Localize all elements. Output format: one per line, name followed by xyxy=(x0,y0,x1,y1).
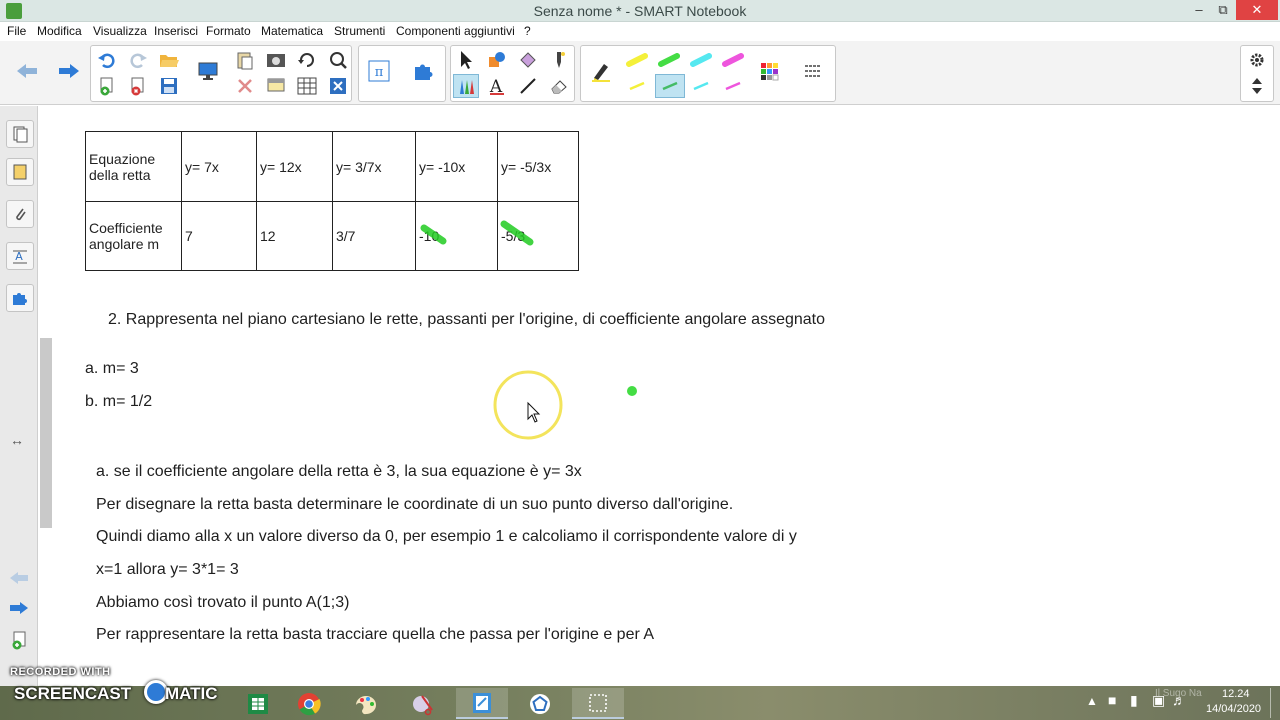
highlight-stroke-minus5-3 xyxy=(500,220,534,246)
watermark-brand-left: SCREENCAST xyxy=(14,684,132,703)
faded-label: Il Sugo Na xyxy=(1155,688,1202,699)
solution-line: Abbiamo così trovato il punto A(1;3) xyxy=(96,594,350,611)
battery-icon[interactable]: ▮ xyxy=(1130,692,1138,720)
tray-up-arrow-icon[interactable]: ▲ xyxy=(1086,694,1098,720)
solution-line: Per disegnare la retta basta determinare… xyxy=(96,496,734,513)
pentagon-task-icon[interactable] xyxy=(514,688,566,719)
solution-line: Quindi diamo alla x un valore diverso da… xyxy=(96,528,797,545)
mouse-cursor-icon xyxy=(527,401,541,423)
capture-task-icon[interactable] xyxy=(572,688,624,719)
chrome-task-icon[interactable] xyxy=(283,688,335,719)
solution-line: x=1 allora y= 3*1= 3 xyxy=(96,561,239,578)
task-2-text: 2. Rappresenta nel piano cartesiano le r… xyxy=(108,311,825,328)
excel-task-icon[interactable] xyxy=(232,688,284,719)
solution-line: Per rappresentare la retta basta traccia… xyxy=(96,626,655,643)
show-desktop-button[interactable] xyxy=(1270,688,1276,718)
solution-line: a. se il coefficiente angolare della ret… xyxy=(96,463,582,480)
paint-task-icon[interactable] xyxy=(340,688,392,719)
item-a-text: a. m= 3 xyxy=(85,360,139,377)
ink-layer xyxy=(420,220,637,440)
network-icon[interactable]: ■ xyxy=(1108,692,1116,720)
watermark-brand-right: MATIC xyxy=(165,684,218,703)
ink-dot xyxy=(627,386,637,396)
watermark-recorded-with: RECORDED WITH xyxy=(10,666,111,678)
snipping-task-icon[interactable] xyxy=(398,688,450,719)
clock-date[interactable]: 14/04/2020 xyxy=(1206,703,1261,720)
item-b-text: b. m= 1/2 xyxy=(85,393,153,410)
smart-notebook-task-icon[interactable] xyxy=(456,688,508,719)
screencast-watermark: RECORDED WITH SCREENCAST MATIC xyxy=(10,666,218,704)
highlight-stroke-minus10 xyxy=(420,224,447,245)
